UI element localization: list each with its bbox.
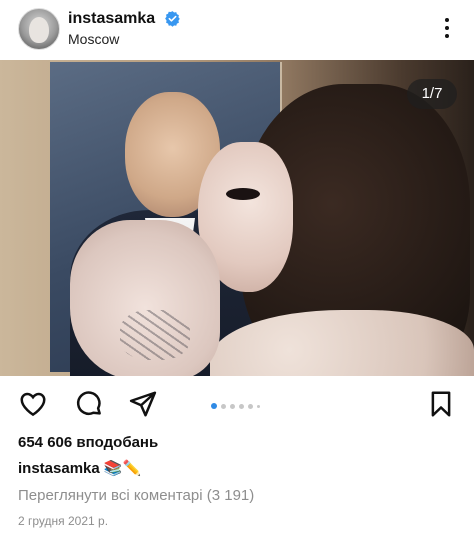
- view-all-comments-link[interactable]: Переглянути всі коментарі (3 191): [18, 487, 254, 504]
- verified-badge-icon: [165, 11, 180, 27]
- avatar[interactable]: [18, 8, 60, 50]
- avatar-face: [29, 17, 49, 43]
- carousel-dots: [211, 403, 260, 409]
- carousel-dot: [230, 403, 235, 409]
- post-photo[interactable]: [0, 60, 474, 376]
- username-link[interactable]: instasamka: [68, 10, 155, 28]
- carousel-dot: [248, 403, 253, 409]
- comment-icon[interactable]: [74, 389, 104, 419]
- post-header: instasamka Moscow: [0, 0, 474, 56]
- action-bar: [0, 385, 474, 425]
- likes-count[interactable]: 654 606 вподобань: [18, 434, 158, 451]
- woman-eye: [226, 188, 260, 200]
- post-date: 2 грудня 2021 р.: [18, 514, 109, 528]
- hand-tattoo: [120, 310, 190, 360]
- share-icon[interactable]: [128, 389, 158, 419]
- heart-icon[interactable]: [18, 389, 48, 419]
- location-link[interactable]: Moscow: [68, 31, 119, 47]
- bookmark-icon[interactable]: [426, 389, 456, 419]
- carousel-dot: [257, 404, 260, 408]
- caption-username[interactable]: instasamka: [18, 460, 100, 477]
- carousel-dot: [221, 403, 226, 409]
- carousel-dot-active: [211, 403, 217, 409]
- carousel-dot: [239, 403, 244, 409]
- slide-counter: 1/7: [407, 79, 457, 109]
- more-options-icon[interactable]: [437, 14, 457, 42]
- caption-text: 📚✏️: [103, 460, 142, 477]
- caption: instasamka 📚✏️: [18, 459, 141, 477]
